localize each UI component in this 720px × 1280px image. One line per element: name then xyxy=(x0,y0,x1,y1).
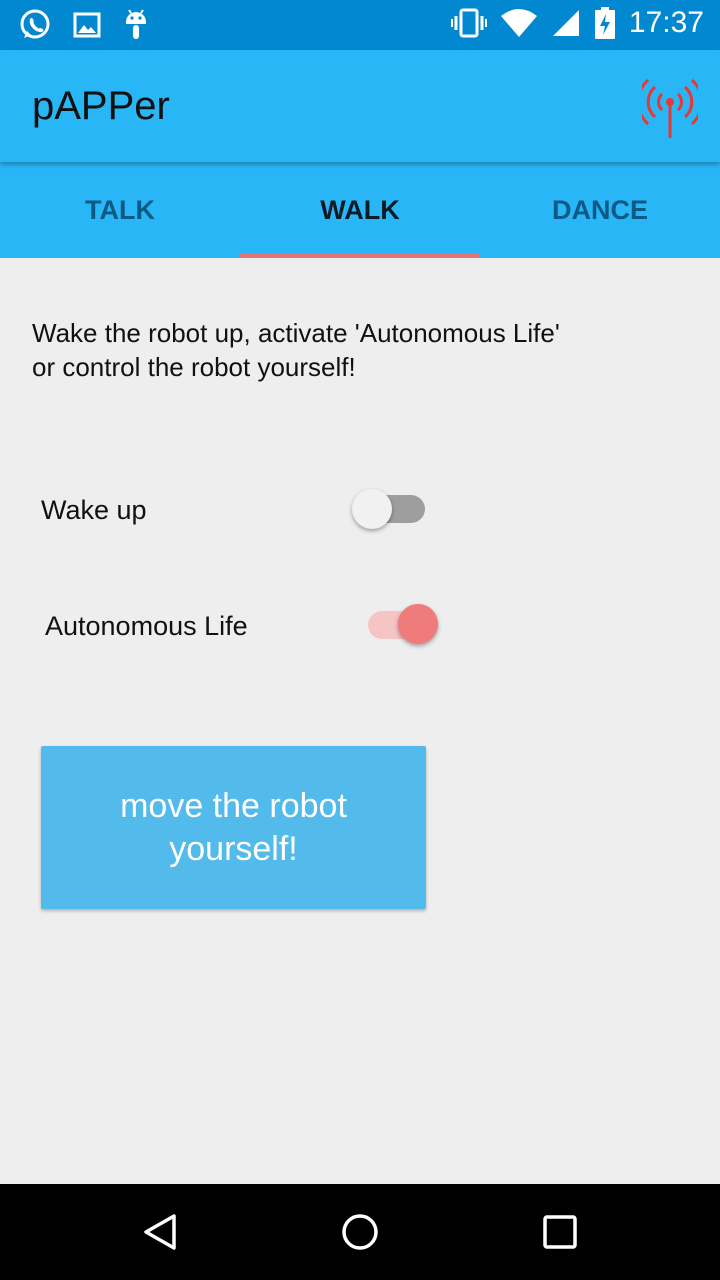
wake-up-label: Wake up xyxy=(41,494,147,525)
autonomous-life-label: Autonomous Life xyxy=(45,610,248,641)
autonomous-life-switch[interactable] xyxy=(366,603,440,647)
android-icon xyxy=(126,9,146,39)
description-text: Wake the robot up, activate 'Autonomous … xyxy=(32,316,672,384)
home-icon[interactable] xyxy=(340,1212,380,1252)
status-time: 17:37 xyxy=(628,6,704,39)
antenna-icon[interactable] xyxy=(642,72,698,140)
app-title: pAPPer xyxy=(32,84,170,128)
status-bar: 17:37 xyxy=(0,0,720,50)
vibrate-icon xyxy=(450,8,487,38)
navigation-bar xyxy=(0,1184,720,1280)
app-bar: pAPPer xyxy=(0,50,720,162)
back-icon[interactable] xyxy=(140,1212,180,1252)
description-line-1: Wake the robot up, activate 'Autonomous … xyxy=(32,318,560,348)
wifi-icon xyxy=(500,9,537,37)
wake-up-switch-thumb xyxy=(352,489,392,529)
signal-icon xyxy=(552,10,579,36)
tab-dance[interactable]: DANCE xyxy=(480,162,720,258)
autonomous-life-switch-thumb xyxy=(398,604,438,644)
whatsapp-icon xyxy=(20,9,50,39)
tab-talk[interactable]: TALK xyxy=(0,162,240,258)
move-robot-button[interactable]: move the robot yourself! xyxy=(41,746,426,909)
image-icon xyxy=(73,12,101,38)
tab-walk[interactable]: WALK xyxy=(240,162,480,258)
wake-up-switch[interactable] xyxy=(352,488,426,532)
description-line-2: or control the robot yourself! xyxy=(32,352,356,382)
recents-icon[interactable] xyxy=(540,1212,580,1252)
battery-charging-icon xyxy=(594,7,615,39)
tab-bar: TALK WALK DANCE xyxy=(0,162,720,258)
